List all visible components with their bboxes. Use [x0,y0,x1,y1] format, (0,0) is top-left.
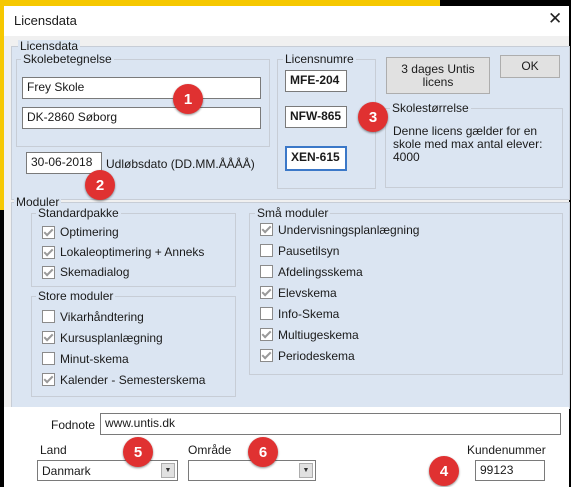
chevron-down-icon[interactable]: ▼ [299,463,313,478]
standardpakke-list: Optimering Lokaleoptimering + Anneks Ske… [42,222,204,282]
license-number-field-1[interactable]: MFE-204 [285,70,347,92]
checkbox-box[interactable] [260,265,273,278]
title-bar [4,6,569,36]
checkbox-label: Kursusplanlægning [60,330,163,345]
licensdata-label: Licensdata [18,39,81,53]
checkbox-label: Lokaleoptimering + Anneks [60,245,205,259]
checkbox-label: Skemadialog [60,265,130,279]
standardpakke-label: Standardpakke [36,206,121,220]
sma-moduler-label: Små moduler [255,206,331,220]
checkbox-label: Elevskema [278,285,337,300]
annotation-marker-2: 2 [85,170,115,200]
expiry-date-field[interactable]: 30-06-2018 [26,152,102,174]
checkbox-elevskema[interactable]: Elevskema [260,282,419,303]
license-number-field-2[interactable]: NFW-865 [285,106,347,128]
checkbox-box[interactable] [42,331,55,344]
store-moduler-list: Vikarhåndtering Kursusplanlægning Minut-… [42,306,205,390]
ok-button[interactable]: OK [500,55,560,78]
checkbox-box[interactable] [260,307,273,320]
annotation-marker-6: 6 [248,437,278,467]
skolebetegnelse-label: Skolebetegnelse [21,52,114,66]
checkbox-label: Vikarhåndtering [60,309,144,324]
fodnote-label: Fodnote [51,418,96,432]
kundenummer-label: Kundenummer [467,443,546,457]
checkbox-label: Optimering [60,225,119,239]
close-icon[interactable]: ✕ [548,9,562,29]
checkbox-box[interactable] [42,245,55,259]
checkbox-skemadialog[interactable]: Skemadialog [42,262,204,282]
checkbox-box[interactable] [42,310,55,323]
checkbox-optimering[interactable]: Optimering [42,222,204,242]
checkbox-label: Undervisningsplanlægning [278,222,420,237]
checkbox-undervisningsplanlaegning[interactable]: Undervisningsplanlægning [260,219,419,240]
annotation-marker-1: 1 [173,84,203,114]
land-value: Danmark [42,464,91,478]
licensnumre-label: Licensnumre [283,52,356,66]
kundenummer-field[interactable]: 99123 [475,460,545,481]
checkbox-kursusplanlaegning[interactable]: Kursusplanlægning [42,327,205,348]
land-dropdown[interactable]: Danmark ▼ [37,460,178,481]
license-number-field-3[interactable]: XEN-615 [285,146,347,171]
store-moduler-label: Store moduler [36,289,116,303]
checkbox-kalender-semesterskema[interactable]: Kalender - Semesterskema [42,369,205,390]
checkbox-label: Multiugeskema [278,327,359,342]
chevron-down-icon[interactable]: ▼ [161,463,175,478]
checkbox-multiugeskema[interactable]: Multiugeskema [260,324,419,345]
annotation-marker-5: 5 [123,437,153,467]
land-label: Land [40,443,67,457]
checkbox-label: Minut-skema [60,351,129,366]
checkbox-box[interactable] [260,328,273,341]
checkbox-pausetilsyn[interactable]: Pausetilsyn [260,240,419,261]
checkbox-periodeskema[interactable]: Periodeskema [260,345,419,366]
sma-moduler-list: Undervisningsplanlægning Pausetilsyn Afd… [260,219,419,366]
checkbox-lokaleoptimering[interactable]: Lokaleoptimering + Anneks [42,242,204,262]
omrade-label: Område [188,443,232,457]
expiry-date-label: Udløbsdato (DD.MM.ÅÅÅÅ) [106,157,255,171]
checkbox-box[interactable] [42,265,55,279]
school-size-text: Denne licens gælder for en skole med max… [393,124,543,164]
skolebetegnelse-group [16,59,270,147]
checkbox-label: Pausetilsyn [278,243,340,258]
checkbox-box[interactable] [260,244,273,257]
annotation-marker-4: 4 [429,456,459,486]
checkbox-vikarhandtering[interactable]: Vikarhåndtering [42,306,205,327]
skolestorrelse-label: Skolestørrelse [390,101,471,115]
school-name-field[interactable]: Frey Skole [22,77,261,99]
checkbox-label: Kalender - Semesterskema [60,372,206,387]
checkbox-box[interactable] [260,349,273,362]
checkbox-box[interactable] [260,286,273,299]
checkbox-label: Afdelingsskema [278,264,363,279]
window-title: Licensdata [14,13,77,28]
checkbox-box[interactable] [42,373,55,386]
annotation-marker-3: 3 [358,102,388,132]
checkbox-minut-skema[interactable]: Minut-skema [42,348,205,369]
checkbox-label: Periodeskema [278,348,355,363]
fodnote-field[interactable]: www.untis.dk [100,413,561,435]
checkbox-afdelingsskema[interactable]: Afdelingsskema [260,261,419,282]
checkbox-box[interactable] [260,223,273,236]
checkbox-box[interactable] [42,352,55,365]
checkbox-label: Info-Skema [278,306,340,321]
school-address-field[interactable]: DK-2860 Søborg [22,107,261,129]
trial-license-button[interactable]: 3 dages Untis licens [386,57,490,94]
checkbox-info-skema[interactable]: Info-Skema [260,303,419,324]
checkbox-box[interactable] [42,225,55,239]
